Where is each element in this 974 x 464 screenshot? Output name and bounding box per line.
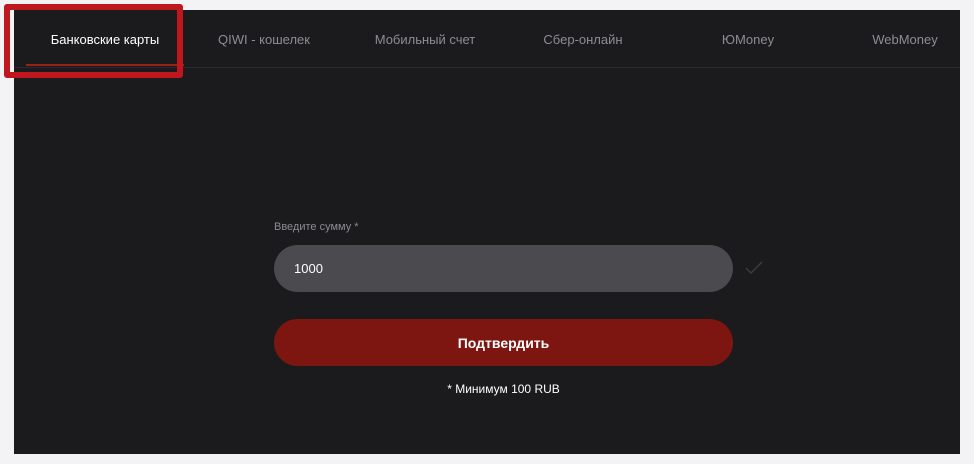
payment-method-tabs: Банковские карты QIWI - кошелек Мобильны… [14,10,960,68]
minimum-amount-note: * Минимум 100 RUB [447,382,560,396]
payment-panel: Банковские карты QIWI - кошелек Мобильны… [14,10,960,454]
tab-sber-online[interactable]: Сбер-онлайн [528,10,638,68]
tab-bank-cards[interactable]: Банковские карты [26,10,184,68]
amount-label: Введите сумму * [274,221,359,233]
amount-input[interactable] [274,245,733,292]
confirm-button[interactable]: Подтвердить [274,319,733,366]
check-icon [745,261,763,275]
active-tab-indicator [26,64,184,66]
tab-qiwi[interactable]: QIWI - кошелек [194,10,334,68]
tab-yoomoney[interactable]: ЮMoney [704,10,792,68]
tab-webmoney[interactable]: WebMoney [860,10,950,68]
tab-mobile[interactable]: Мобильный счет [358,10,492,68]
